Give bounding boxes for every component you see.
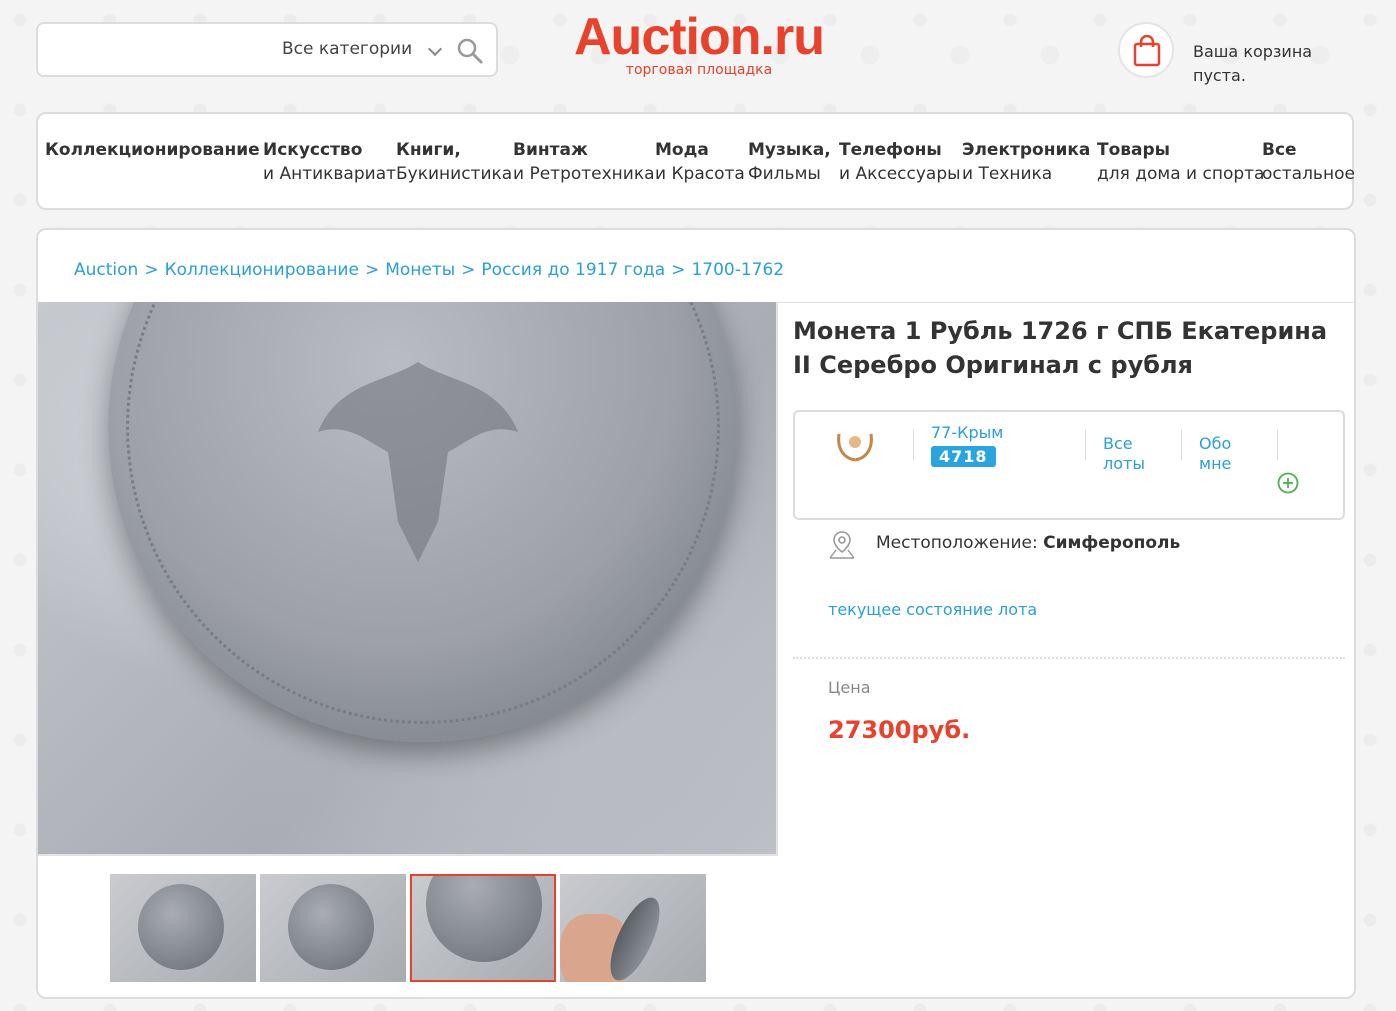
nav-item-electronics[interactable]: Электроника и Техника [962, 138, 1090, 186]
nav-item-line2: для дома и спорта [1097, 164, 1265, 184]
category-select[interactable]: Все категории [282, 39, 412, 59]
eagle-emblem-image [318, 362, 518, 562]
divider [913, 430, 914, 460]
chevron-down-icon[interactable] [427, 41, 443, 57]
seller-panel: 77-Крым 4718 Все лоты Обо мне [793, 410, 1345, 520]
all-lots-line1: Все [1103, 434, 1133, 453]
breadcrumb-separator: > [144, 260, 159, 280]
nav-item-phones[interactable]: Телефоны и Аксессуары [839, 138, 961, 186]
nav-item-vintage[interactable]: Винтаж и Ретротехника [513, 138, 655, 186]
lot-card: Auction > Коллекционирование > Монеты > Россия… [36, 228, 1356, 999]
divider [1277, 430, 1278, 460]
breadcrumb-separator: > [671, 260, 686, 280]
location-pin-icon [829, 531, 855, 559]
search-input[interactable] [50, 36, 275, 64]
breadcrumb-item[interactable]: 1700-1762 [691, 260, 784, 280]
breadcrumb-separator: > [461, 260, 476, 280]
thumbnail[interactable] [110, 874, 256, 982]
breadcrumb: Auction > Коллекционирование > Монеты > Россия… [74, 260, 784, 280]
nav-item-line2: и Ретротехника [513, 164, 655, 184]
about-line1: Обо [1199, 434, 1232, 453]
nav-item-collecting[interactable]: Коллекционирование [45, 138, 260, 162]
thumbnail-active[interactable] [410, 874, 556, 982]
divider [1085, 430, 1086, 460]
nav-item-books[interactable]: Книги, Букинистика [396, 138, 512, 186]
nav-item-line1: Телефоны [839, 140, 942, 160]
location-value: Симферополь [1043, 533, 1181, 553]
about-line2: мне [1199, 454, 1232, 473]
breadcrumb-item[interactable]: Коллекционирование [165, 260, 359, 280]
nav-item-line2: и Техника [962, 164, 1053, 184]
plus-icon[interactable] [1277, 472, 1299, 494]
location: Местоположение: Симферополь [876, 533, 1180, 553]
nav-item-line2: Букинистика [396, 164, 513, 184]
nav-item-line1: Товары [1097, 140, 1171, 160]
main-photo[interactable] [38, 302, 778, 856]
price-value: 27300руб. [828, 716, 971, 744]
divider [793, 657, 1345, 659]
coin-thumbnail-image [138, 884, 224, 970]
category-nav: Коллекционирование Искусство и Антиквариа… [36, 112, 1355, 210]
shopping-bag-icon [1133, 35, 1161, 67]
nav-item-home[interactable]: Товары для дома и спорта [1097, 138, 1264, 186]
nav-item-line1: Все [1262, 140, 1297, 160]
nav-item-line2: остальное [1262, 164, 1355, 184]
nav-item-line2: и Красота [655, 164, 745, 184]
seller-name-link[interactable]: 77-Крым [931, 423, 1003, 442]
nav-item-line1: Музыка, [748, 140, 831, 160]
nav-item-line1: Искусство [263, 140, 363, 160]
cart-button[interactable] [1118, 22, 1174, 78]
nav-item-fashion[interactable]: Мода и Красота [655, 138, 745, 186]
nav-item-line1: Коллекционирование [45, 140, 260, 160]
price-label: Цена [828, 678, 871, 697]
all-lots-link[interactable]: Все лоты [1103, 434, 1145, 474]
divider [1181, 430, 1182, 460]
logo[interactable]: Auction.ru торговая площадка [564, 8, 834, 78]
thumbnail[interactable] [560, 874, 706, 982]
nav-item-line1: Мода [655, 140, 709, 160]
nav-item-line2: Фильмы [748, 164, 821, 184]
breadcrumb-item[interactable]: Россия до 1917 года [481, 260, 665, 280]
breadcrumb-separator: > [364, 260, 380, 280]
laurel-icon [837, 433, 873, 462]
search-box: Все категории [36, 22, 498, 77]
breadcrumb-item[interactable]: Монеты [385, 260, 455, 280]
search-icon[interactable] [456, 37, 484, 65]
coin-thumbnail-image [426, 876, 542, 962]
lot-state-link[interactable]: текущее состояние лота [828, 600, 1037, 619]
nav-item-line2: и Аксессуары [839, 164, 961, 184]
nav-item-line1: Электроника [962, 140, 1091, 160]
logo-title[interactable]: Auction.ru [564, 8, 834, 66]
cart-status: Ваша корзина пуста. [1193, 42, 1313, 85]
breadcrumb-item[interactable]: Auction [74, 260, 138, 280]
nav-item-line1: Книги, [396, 140, 461, 160]
nav-item-music[interactable]: Музыка, Фильмы [748, 138, 831, 186]
nav-item-other[interactable]: Все остальное [1262, 138, 1355, 186]
location-label: Местоположение: [876, 533, 1038, 553]
seller-rating-badge: 4718 [931, 446, 996, 467]
nav-item-art[interactable]: Искусство и Антиквариат [263, 138, 396, 186]
nav-item-line2: и Антиквариат [263, 164, 397, 184]
thumbnail[interactable] [260, 874, 406, 982]
about-seller-link[interactable]: Обо мне [1199, 434, 1231, 474]
coin-thumbnail-image [288, 884, 374, 970]
all-lots-line2: лоты [1103, 454, 1145, 473]
nav-item-line1: Винтаж [513, 140, 588, 160]
lot-title: Монета 1 Рубль 1726 г СПБ Екатерина II С… [793, 317, 1328, 379]
